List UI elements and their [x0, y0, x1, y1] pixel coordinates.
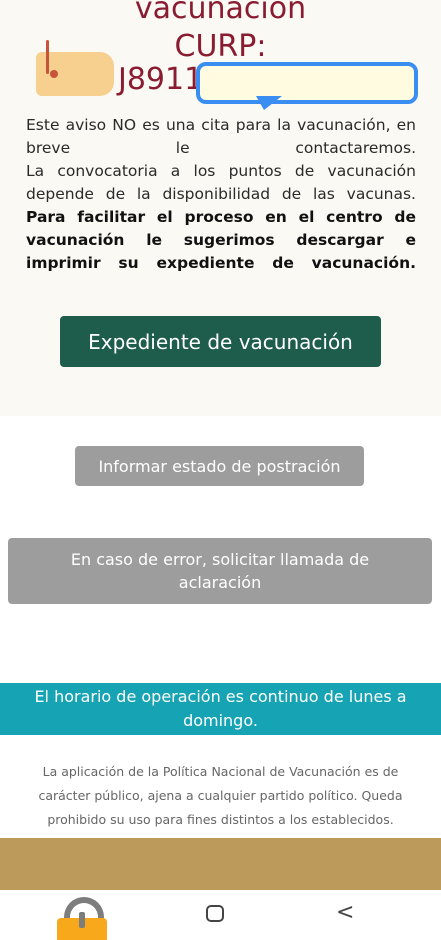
- lock-body: [57, 912, 107, 940]
- tag-hole: [50, 70, 58, 78]
- home-icon[interactable]: [206, 905, 224, 922]
- curp-value: J8911: [118, 62, 204, 97]
- notice-panel: vacunación CURP: J8911 Este aviso NO es …: [0, 0, 441, 416]
- redaction-bubble: [196, 62, 418, 104]
- aclaracion-button[interactable]: En caso de error, solicitar llamada de a…: [8, 538, 432, 604]
- redaction-bubble-tail: [256, 96, 282, 110]
- page-title: vacunación: [134, 0, 307, 26]
- notice-para-1: Este aviso NO es una cita para la vacuna…: [26, 116, 416, 157]
- notice-para-3: Para facilitar el proceso en el centro d…: [26, 208, 416, 272]
- tag-string: [46, 40, 49, 74]
- horario-banner: El horario de operación es continuo de l…: [0, 683, 441, 735]
- expediente-button[interactable]: Expediente de vacunación: [60, 316, 381, 367]
- lock-keyhole: [79, 912, 85, 928]
- notice-para-2: La convocatoria a los puntos de vacunaci…: [26, 162, 416, 203]
- notice-text: Este aviso NO es una cita para la vacuna…: [26, 114, 416, 275]
- footer-band: [0, 838, 441, 890]
- back-icon[interactable]: <: [336, 902, 354, 924]
- disclaimer-text: La aplicación de la Política Nacional de…: [38, 764, 403, 827]
- postracion-button[interactable]: Informar estado de postración: [75, 446, 364, 486]
